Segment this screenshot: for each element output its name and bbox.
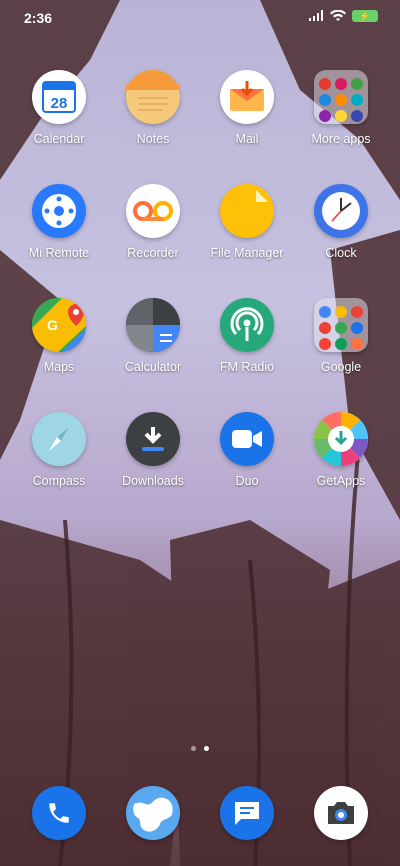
notes-icon <box>126 70 180 124</box>
dock-messages[interactable] <box>197 786 297 840</box>
remote-icon <box>32 184 86 238</box>
app-label: GetApps <box>316 474 366 488</box>
page-dot[interactable] <box>191 746 196 751</box>
downloads-icon <box>126 412 180 466</box>
app-duo[interactable]: Duo <box>197 412 297 488</box>
status-icons: ⚡ <box>308 10 378 22</box>
status-bar: 2:36 ⚡ <box>0 0 400 34</box>
clock-icon <box>314 184 368 238</box>
app-label: Calendar <box>33 132 85 146</box>
page-indicator <box>0 746 400 751</box>
app-calculator[interactable]: Calculator <box>103 298 203 374</box>
app-mi-remote[interactable]: Mi Remote <box>9 184 109 260</box>
app-label: Google <box>320 360 362 374</box>
dock <box>0 786 400 846</box>
wifi-icon <box>330 10 346 21</box>
app-label: File Manager <box>210 246 284 260</box>
app-label: More apps <box>311 132 371 146</box>
app-label: Duo <box>235 474 259 488</box>
app-label: Downloads <box>122 474 184 488</box>
app-google-folder[interactable]: Google <box>291 298 391 374</box>
app-label: Recorder <box>127 246 179 260</box>
camera-icon <box>314 786 368 840</box>
browser-icon <box>126 786 180 840</box>
getapps-icon <box>314 412 368 466</box>
calculator-icon <box>126 298 180 352</box>
app-maps[interactable]: G Maps <box>9 298 109 374</box>
signal-icon <box>309 10 323 21</box>
dock-phone[interactable] <box>9 786 109 840</box>
app-getapps[interactable]: GetApps <box>291 412 391 488</box>
app-file-manager[interactable]: File Manager <box>197 184 297 260</box>
app-calendar[interactable]: 28 Calendar <box>9 70 109 146</box>
folder-icon <box>314 70 368 124</box>
calendar-date: 28 <box>51 95 68 112</box>
messages-icon <box>220 786 274 840</box>
app-clock[interactable]: Clock <box>291 184 391 260</box>
recorder-icon <box>126 184 180 238</box>
maps-icon: G <box>32 298 86 352</box>
app-label: Calculator <box>124 360 182 374</box>
duo-icon <box>220 412 274 466</box>
dock-browser[interactable] <box>103 786 203 840</box>
app-recorder[interactable]: Recorder <box>103 184 203 260</box>
app-label: Mi Remote <box>28 246 90 260</box>
phone-icon <box>32 786 86 840</box>
app-label: Maps <box>43 360 75 374</box>
app-notes[interactable]: Notes <box>103 70 203 146</box>
status-time: 2:36 <box>24 10 53 26</box>
app-compass[interactable]: Compass <box>9 412 109 488</box>
mail-icon <box>220 70 274 124</box>
compass-icon <box>32 412 86 466</box>
app-fm-radio[interactable]: FM Radio <box>197 298 297 374</box>
app-label: Mail <box>235 132 259 146</box>
dock-camera[interactable] <box>291 786 391 840</box>
radio-icon <box>220 298 274 352</box>
battery-icon: ⚡ <box>352 10 378 22</box>
google-folder-icon <box>314 298 368 352</box>
app-label: Notes <box>136 132 170 146</box>
file-manager-icon <box>220 184 274 238</box>
app-label: FM Radio <box>219 360 275 374</box>
page-dot-active[interactable] <box>204 746 209 751</box>
calendar-icon: 28 <box>32 70 86 124</box>
app-mail[interactable]: Mail <box>197 70 297 146</box>
app-label: Clock <box>325 246 357 260</box>
app-downloads[interactable]: Downloads <box>103 412 203 488</box>
app-label: Compass <box>32 474 86 488</box>
app-more-apps-folder[interactable]: More apps <box>291 70 391 146</box>
svg-text:G: G <box>47 317 58 333</box>
